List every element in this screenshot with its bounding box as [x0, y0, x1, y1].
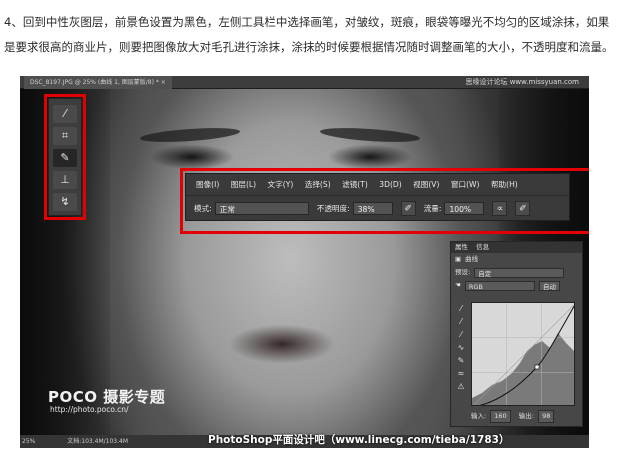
- input-output-row: 输入: 160 输出: 98: [471, 410, 560, 423]
- tutorial-line-2: 是要求很高的商业片，则要把图像放大对毛孔进行涂抹，涂抹的时候要根据情况随时调整画…: [4, 40, 614, 54]
- curve-tools: ⁄ ⁄ ⁄ ∿ ✎ ≈ ⚠: [455, 302, 467, 393]
- output-label: 输出:: [518, 412, 534, 420]
- document-tab[interactable]: DSC_8197.JPG @ 25% (曲线 1, 图层蒙版/8) * ×: [24, 76, 172, 89]
- tab-properties[interactable]: 属性: [455, 243, 468, 251]
- highlight-box-options: [180, 168, 589, 234]
- poco-logo: POCO 摄影专题: [48, 388, 166, 406]
- curve-point-icon[interactable]: ∿: [455, 341, 467, 354]
- eyedropper-gray-icon[interactable]: ⁄: [455, 315, 467, 328]
- auto-button[interactable]: 自动: [538, 280, 560, 291]
- smooth-icon[interactable]: ≈: [455, 367, 467, 380]
- highlight-box-tools: [44, 94, 86, 220]
- input-label: 输入:: [471, 412, 487, 420]
- curves-icon: ▣: [455, 255, 462, 263]
- input-field[interactable]: 160: [490, 410, 511, 423]
- curves-graph-svg: [472, 303, 574, 405]
- preset-select[interactable]: 自定: [474, 267, 565, 278]
- properties-tabs: 属性 信息: [451, 242, 582, 253]
- tab-info[interactable]: 信息: [476, 243, 489, 251]
- preset-row: 预设: 自定: [451, 266, 582, 279]
- tutorial-line-1: 4、回到中性灰图层，前景色设置为黑色，左侧工具栏中选择画笔，对皱纹，斑痕，眼袋等…: [4, 15, 610, 29]
- curve-point[interactable]: [534, 364, 540, 370]
- forum-watermark: 思缘设计论坛 www.missyuan.com: [465, 78, 579, 86]
- eyedropper-black-icon[interactable]: ⁄: [455, 302, 467, 315]
- hand-icon[interactable]: ☚: [455, 279, 461, 292]
- layer-row: ▣ 曲线: [451, 253, 582, 266]
- output-field[interactable]: 98: [538, 410, 555, 423]
- layer-name: 曲线: [465, 255, 479, 263]
- credit-watermark: PhotoShop平面设计吧（www.linecg.com/tieba/1783…: [208, 434, 510, 446]
- tutorial-text: 4、回到中性灰图层，前景色设置为黑色，左侧工具栏中选择画笔，对皱纹，斑痕，眼袋等…: [4, 10, 614, 60]
- warning-icon: ⚠: [457, 382, 465, 391]
- channel-select[interactable]: RGB: [464, 280, 535, 291]
- curves-graph[interactable]: [471, 302, 575, 406]
- eyebrow-left: [139, 125, 241, 145]
- zoom-level[interactable]: 25%: [22, 438, 35, 445]
- eyedropper-white-icon[interactable]: ⁄: [455, 328, 467, 341]
- document-size: 文档:103.4M/103.4M: [67, 438, 129, 445]
- poco-url: http://photo.poco.cn/: [50, 405, 129, 414]
- document-tab-bar: DSC_8197.JPG @ 25% (曲线 1, 图层蒙版/8) * × 思缘…: [20, 76, 589, 89]
- channel-row: ☚ RGB 自动: [451, 279, 582, 292]
- pencil-icon[interactable]: ✎: [455, 354, 467, 367]
- eyebrow-right: [319, 125, 421, 145]
- histogram: [472, 333, 574, 405]
- properties-panel: 属性 信息 ▣ 曲线 预设: 自定 ☚ RGB 自动 ⁄ ⁄ ⁄ ∿ ✎ ≈ ⚠: [450, 241, 583, 427]
- photoshop-screenshot: DSC_8197.JPG @ 25% (曲线 1, 图层蒙版/8) * × 思缘…: [20, 76, 589, 448]
- preset-label: 预设:: [455, 268, 471, 276]
